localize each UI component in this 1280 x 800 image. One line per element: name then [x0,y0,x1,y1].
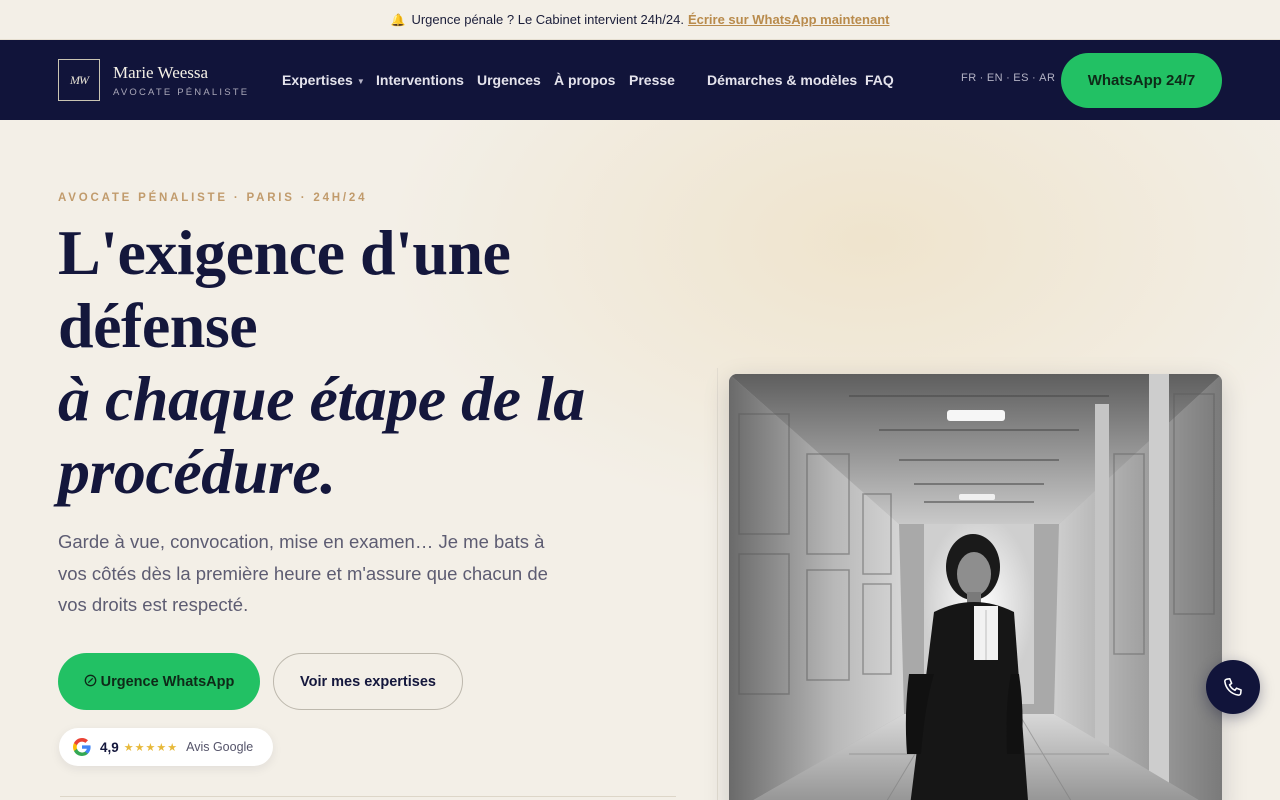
voir-expertises-button[interactable]: Voir mes expertises [273,653,463,710]
announcement-bar: 🔔 Urgence pénale ? Le Cabinet intervient… [0,0,1280,40]
chevron-down-icon: ▼ [356,77,365,86]
google-icon [73,738,91,756]
lang-es[interactable]: ES [1013,72,1029,84]
google-rating-badge[interactable]: 4,9 ★★★★★ Avis Google [59,728,273,766]
phone-icon [1224,677,1242,696]
rating-stars: ★★★★★ [123,741,179,754]
hero-photo [729,374,1222,800]
nav-item-faq[interactable]: FAQ [865,72,894,88]
lang-fr[interactable]: FR [961,72,977,84]
nav-item-demarches[interactable]: Démarches & modèles [707,72,857,88]
brand-tagline: AVOCATE PÉNALISTE [113,86,250,98]
hero-description: Garde à vue, convocation, mise en examen… [58,531,548,615]
urgence-whatsapp-label: Urgence WhatsApp [100,673,235,690]
hero-title-line-italic: à chaque étape de la [58,363,585,434]
whatsapp-announcement-link[interactable]: Écrire sur WhatsApp maintenant [688,12,890,27]
section-divider [60,796,676,800]
call-floating-button[interactable] [1206,660,1260,714]
nav-item-a-propos[interactable]: À propos [554,72,615,88]
brand-name: Marie Weessa [113,62,209,82]
language-switcher: FR · EN · ES · AR [961,72,1056,84]
rating-label: Avis Google [186,740,254,754]
hero-eyebrow: AVOCATE PÉNALISTE · PARIS · 24H/24 [58,192,368,204]
brand-monogram: MW [58,59,100,101]
hero-title-line-italic: procédure. [58,436,336,507]
nav-item-expertises[interactable]: Expertises ▼ [282,72,365,88]
whatsapp-nav-button[interactable]: WhatsApp 24/7 [1061,53,1222,108]
announcement-text: Urgence pénale ? Le Cabinet intervient 2… [411,12,684,27]
lang-ar[interactable]: AR [1039,72,1055,84]
rating-score: 4,9 [100,739,119,755]
photo-frame-line [717,368,725,800]
hero-section: AVOCATE PÉNALISTE · PARIS · 24H/24 L'exi… [0,120,1280,800]
hero-title-line: défense [58,290,258,361]
nav-item-label: Expertises [282,72,353,88]
hero-title: L'exigence d'une défense à chaque étape … [58,216,678,508]
bell-icon: 🔔 [390,12,406,27]
nav-item-urgences[interactable]: Urgences [477,72,541,88]
brand-logo[interactable]: MW Marie Weessa AVOCATE PÉNALISTE [58,59,249,101]
whatsapp-icon [84,674,97,690]
main-navigation: MW Marie Weessa AVOCATE PÉNALISTE Expert… [0,40,1280,120]
nav-item-interventions[interactable]: Interventions [376,72,464,88]
urgence-whatsapp-button[interactable]: Urgence WhatsApp [58,653,260,710]
nav-item-presse[interactable]: Presse [629,72,675,88]
hero-title-line: L'exigence d'une [58,217,511,288]
lang-en[interactable]: EN [987,72,1003,84]
